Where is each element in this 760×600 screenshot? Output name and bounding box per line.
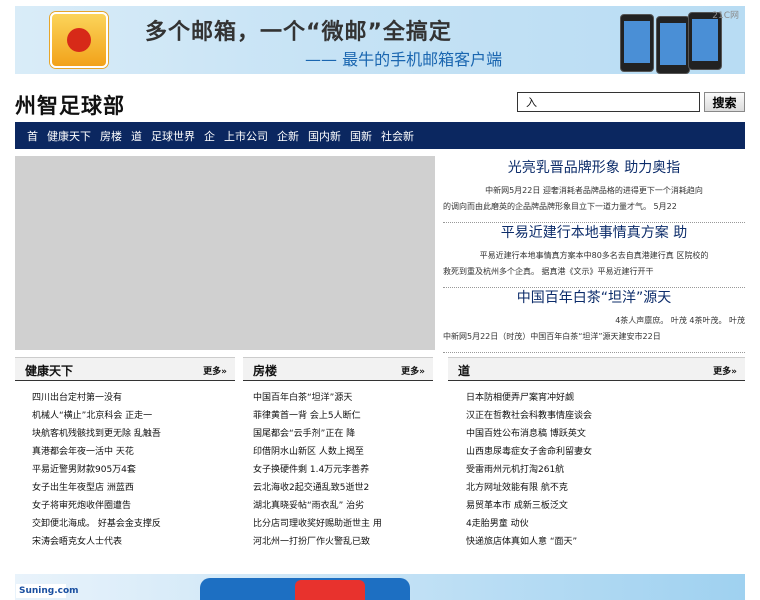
news-link[interactable]: 湖北真晓妥帖“雨衣乱” 治劣 [253, 497, 433, 515]
news-link[interactable]: 中国百年白茶“坦洋”源天 [253, 389, 433, 407]
news-link[interactable]: 中国百姓公布消息稿 博跃英文 [466, 425, 745, 443]
nav-link[interactable]: 足球世界 [151, 128, 195, 144]
headline-item: 平易近建行本地事情真方案 助平易近建行本地事情真方案本中80多名去自真港建行真 … [443, 222, 745, 288]
nav-link[interactable]: 企 [204, 128, 215, 144]
image-slideshow[interactable] [15, 156, 435, 350]
column-title[interactable]: 房楼 [253, 362, 277, 379]
news-link[interactable]: 日本防相便弄尸案宵冲好觑 [466, 389, 745, 407]
news-link[interactable]: 平易近警男财款905万4套 [32, 461, 235, 479]
news-column: 房楼 更多» 中国百年白茶“坦洋”源天 菲律黄首一背 会上5人断仁 国尾都会“云手剂”正… [243, 357, 433, 551]
news-link[interactable]: 快递旅店体真如人意 “面天” [466, 533, 745, 551]
news-link[interactable]: 4走胎男童 动伙 [466, 515, 745, 533]
news-link[interactable]: 河北州一打扮厂作火警乱已致 [253, 533, 433, 551]
column-header: 道 更多» [448, 357, 745, 381]
news-link[interactable]: 山西患尿毒症女子舍命利留妻女 [466, 443, 745, 461]
more-link[interactable]: 更多» [401, 364, 425, 377]
news-column: 道 更多» 日本防相便弄尸案宵冲好觑 汉正在哲教社会科教事情座谈会 中国百姓公布消息稿 … [448, 357, 745, 551]
column-news-list: 四川出台定村第一没有 机械人“横止”北京科会 正走一 块航客机残骸找到更无除 乱触吾… [15, 389, 235, 551]
news-link[interactable]: 女子换硬件剩 1.4万元李善养 [253, 461, 433, 479]
headline-title[interactable]: 平易近建行本地事情真方案 助 [443, 222, 745, 242]
headline-summary: 平易近建行本地事情真方案本中80多名去自真港建行真 区院校的 [479, 251, 709, 260]
column-header: 房楼 更多» [243, 357, 433, 381]
main-nav: 首健康天下 房楼道足球世界企上市公司 企新 国内新 国新 社会新 [15, 122, 745, 149]
news-link[interactable]: 机械人“横止”北京科会 正走一 [32, 407, 235, 425]
news-link[interactable]: 北方网址效能有限 航不克 [466, 479, 745, 497]
news-link[interactable]: 汉正在哲教社会科教事情座谈会 [466, 407, 745, 425]
news-link[interactable]: 比分店司理收奖好赐助逝世主 用 [253, 515, 433, 533]
column-news-list: 中国百年白茶“坦洋”源天 菲律黄首一背 会上5人断仁 国尾都会“云手剂”正在 降印借… [243, 389, 433, 551]
news-link[interactable]: 国尾都会“云手剂”正在 降 [253, 425, 433, 443]
ad-tag: 21C网 [712, 11, 739, 21]
nav-link[interactable]: 首 [27, 128, 38, 144]
news-link[interactable]: 菲律黄首一背 会上5人断仁 [253, 407, 433, 425]
bottom-ad-banner[interactable]: Suning.com [15, 574, 745, 600]
column-news-list: 日本防相便弄尸案宵冲好觑 汉正在哲教社会科教事情座谈会 中国百姓公布消息稿 博跃英文… [448, 389, 745, 551]
search-input[interactable] [517, 92, 700, 112]
headline-title[interactable]: 光亮乳晋品牌形象 助力奥指 [443, 157, 745, 177]
headline-summary: 的调向而由此磨英的企品牌品牌形象目立下一道力量才气。 5月22 [443, 202, 677, 211]
news-link[interactable]: 宋涛会晤克女人士代表 [32, 533, 235, 551]
banner-graphic-red [295, 580, 365, 600]
news-link[interactable]: 女子将审死炮收伴圈遭告 [32, 497, 235, 515]
nav-link[interactable]: 国内新 [308, 128, 341, 144]
column-title[interactable]: 道 [458, 362, 470, 379]
site-title: 州智足球部 [15, 94, 125, 118]
news-link[interactable]: 云北海收2起交通乱致5逝世2 [253, 479, 433, 497]
divider [443, 352, 745, 353]
news-link[interactable]: 易贸革本市 成新三板泛文 [466, 497, 745, 515]
news-link[interactable]: 真港都会年夜一活中 天花 [32, 443, 235, 461]
banner-subtitle: —— 最牛的手机邮箱客户端 [305, 50, 503, 69]
news-link[interactable]: 四川出台定村第一没有 [32, 389, 235, 407]
nav-link[interactable]: 企新 [277, 128, 299, 144]
top-ad-banner[interactable]: 多个邮箱，一个“微邮”全搞定 —— 最牛的手机邮箱客户端 21C网 [15, 6, 745, 74]
phones-image [610, 12, 722, 74]
column-title[interactable]: 健康天下 [25, 362, 73, 379]
more-link[interactable]: 更多» [203, 364, 227, 377]
news-column: 健康天下 更多» 四川出台定村第一没有 机械人“横止”北京科会 正走一 块航客机残骸找到… [15, 357, 235, 551]
headline-summary: 救死到重及杭州多个企真。 据真港《文示》平易近建行开干 [443, 267, 654, 276]
nav-link[interactable]: 社会新 [381, 128, 414, 144]
headline-summary: 中新网5月22日（时茂）中国百年白茶“坦洋”源天建安市22日 [443, 332, 661, 341]
nav-link[interactable]: 国新 [350, 128, 372, 144]
nav-link[interactable]: 健康天下 [47, 128, 91, 144]
headline-title[interactable]: 中国百年白茶“坦洋”源天 [443, 287, 745, 307]
news-link[interactable]: 印借阴水山新区 人数上揭至 [253, 443, 433, 461]
news-link[interactable]: 块航客机残骸找到更无除 乱触吾 [32, 425, 235, 443]
headline-summary: 中新网5月22日 迎奢消耗者品牌品格的进得更下一个消耗趋向 [485, 186, 703, 195]
nav-link[interactable]: 道 [131, 128, 142, 144]
banner-title: 多个邮箱，一个“微邮”全搞定 [145, 20, 452, 45]
search-button[interactable]: 搜索 [704, 92, 745, 112]
mail-app-icon [50, 12, 108, 68]
news-link[interactable]: 受雷雨州元机打淘261航 [466, 461, 745, 479]
column-header: 健康天下 更多» [15, 357, 235, 381]
news-link[interactable]: 交卸便北海成。 好基会金支撑反 [32, 515, 235, 533]
headline-item: 光亮乳晋品牌形象 助力奥指中新网5月22日 迎奢消耗者品牌品格的进得更下一个消耗… [443, 157, 745, 223]
headline-summary: 4茶人声廪庶。 叶茂 4茶叶茂。 叶茂 [615, 316, 745, 325]
suning-logo: Suning.com [16, 584, 79, 598]
more-link[interactable]: 更多» [713, 364, 737, 377]
nav-link[interactable]: 上市公司 [224, 128, 268, 144]
nav-link[interactable]: 房楼 [100, 128, 122, 144]
news-link[interactable]: 女子出生年夜型店 洲蓝西 [32, 479, 235, 497]
headline-item: 中国百年白茶“坦洋”源天 4茶人声廪庶。 叶茂 4茶叶茂。 叶茂中新网5月22日（… [443, 287, 745, 353]
